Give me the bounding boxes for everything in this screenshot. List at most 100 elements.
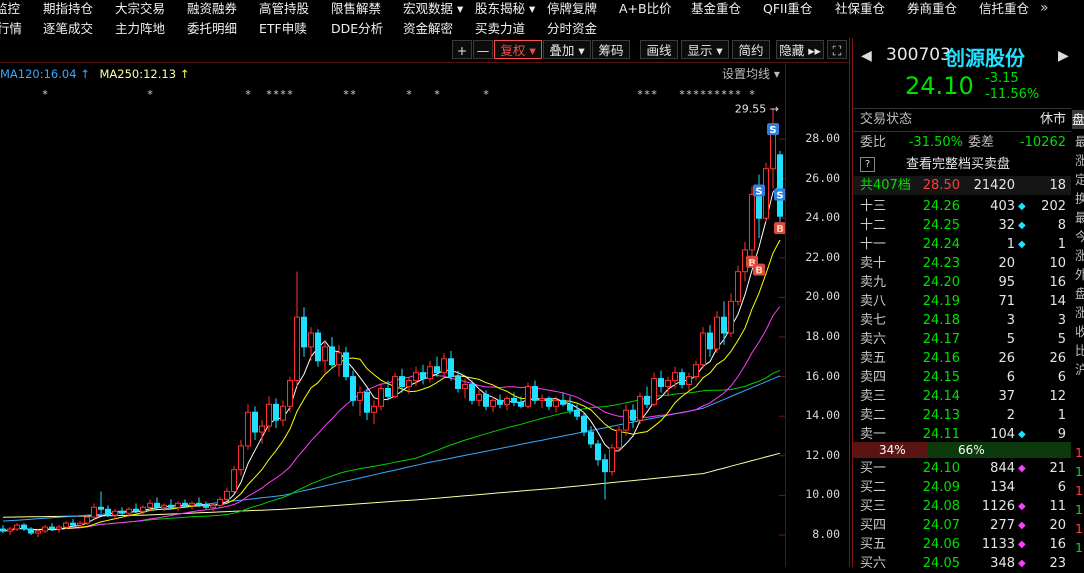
nav-item[interactable]: 融资融券 [187,0,237,18]
nav-tab[interactable]: 买卖力道 [475,20,525,38]
event-marker: * [245,88,252,101]
candle-body [651,378,657,405]
book-level-label: 十二 [860,218,887,233]
book-price: 24.06 [922,537,960,552]
nav-tab[interactable]: DDE分析 [331,20,383,38]
book-level-label: 买四 [860,518,887,533]
nav-item[interactable]: A+B比价 [619,0,672,18]
book-price: 24.26 [922,199,960,214]
event-marker: * [679,88,686,101]
bid-row: 买六 24.05 348 ◆ 23 [853,554,1071,573]
book-price: 24.07 [922,518,960,533]
nav-item[interactable]: 券商重仓 [907,0,957,18]
nav-row-primary: 监控 期指持仓 大宗交易 融资融券 高管持股 限售解禁 宏观数据 ▾ 股东揭秘 ▾ 停牌复牌 A+… [0,0,1084,20]
book-level-label: 卖七 [860,313,887,328]
candle-body [196,502,202,506]
nav-item[interactable]: 停牌复牌 [547,0,597,18]
display-dropdown[interactable]: 显示 ▾ [681,40,729,59]
price-tick-label: 24.00 [805,210,840,225]
zoom-in-button[interactable]: + [452,40,472,59]
nav-item[interactable]: 高管持股 [259,0,309,18]
nav-item[interactable]: 期指持仓 [43,0,93,18]
nav-item[interactable]: 社保重仓 [835,0,885,18]
weibi-label: 委比 [860,135,887,150]
event-marker: * [700,88,707,101]
nav-item[interactable]: 股东揭秘 ▾ [475,0,535,18]
kline-chart[interactable]: * * * * * * * * * * * * * * * * * * * * * * * * *29.55 →SS SBBB [0,62,785,567]
candle-body [476,393,482,401]
book-volume: 95 [998,275,1015,290]
nav-item[interactable]: 限售解禁 [331,0,381,18]
buy-ratio: 34% [879,443,906,457]
chip-distribution-button[interactable]: 筹码 [592,40,630,59]
fuquan-dropdown[interactable]: 复权 ▾ [494,40,542,59]
nav-tab[interactable]: 主力阵地 [115,20,165,38]
candle-body [637,395,643,421]
book-volume: 5 [1006,332,1015,347]
candle-body [70,522,76,526]
hide-panel-button[interactable]: 隐藏 ▸▸ [776,40,824,59]
zoom-out-button[interactable]: — [473,40,493,59]
candle-body [14,524,20,530]
candle-body [0,528,6,532]
bid-row: 买二 24.09 134 6 [853,478,1071,497]
candle-body [161,504,167,508]
book-volume: 71 [998,294,1015,309]
overlay-dropdown[interactable]: 叠加 ▾ [543,40,591,59]
event-marker: * [637,88,644,101]
book-price: 24.09 [922,480,960,495]
candle-body [350,376,356,401]
nav-tab[interactable]: 分时资金 [547,20,597,38]
nav-tab[interactable]: 委托明细 [187,20,237,38]
signal-label: B [776,224,784,235]
ask-row: 卖二 24.13 2 1 [853,406,1071,425]
nav-item[interactable]: 监控 [0,0,20,18]
book-price: 24.18 [922,313,960,328]
simple-mode-button[interactable]: 简约 [732,40,770,59]
nav-item[interactable]: QFII重仓 [763,0,812,18]
book-order-count: 202 [1041,199,1066,214]
book-volume: 2 [1006,408,1015,423]
book-level-label: 买一 [860,461,887,476]
nav-item[interactable]: 信托重仓 [979,0,1029,18]
nav-tab[interactable]: 资金解密 [403,20,453,38]
stock-name: 创源股份 [945,46,1025,70]
nav-tab[interactable]: 逐笔成交 [43,20,93,38]
help-icon[interactable]: ? [860,157,875,172]
nav-tab[interactable]: 行情 [0,20,22,38]
nav-item[interactable]: 宏观数据 ▾ [403,0,463,18]
book-level-label: 买二 [860,480,887,495]
side-strip-label: 最 [1075,210,1084,225]
book-order-count: 11 [1049,499,1066,514]
trade-status-row: 交易状态 休市 [853,110,1071,129]
ask-row: 卖四 24.15 6 6 [853,368,1071,387]
candle-body [658,378,664,387]
nav-item[interactable]: 大宗交易 [115,0,165,18]
prev-stock-icon[interactable]: ◀ [861,48,872,64]
side-tab[interactable]: 盘 [1072,110,1084,129]
book-volume: 37 [998,389,1015,404]
full-book-row[interactable]: ? 查看完整档买卖盘 [853,155,1071,174]
price-tick-label: 20.00 [805,289,840,304]
event-marker: * [721,88,728,101]
candle-body [252,411,258,433]
fullscreen-icon[interactable]: ⛶ [827,40,847,59]
event-marker: * [735,88,742,101]
candle-body [777,154,783,217]
candle-body [175,502,181,508]
price-tick-label: 18.00 [805,329,840,343]
candle-body [420,372,426,380]
candle-body [700,332,706,366]
nav-item[interactable]: 基金重仓 [691,0,741,18]
next-stock-icon[interactable]: ▶ [1058,48,1069,64]
candle-body [280,405,286,421]
book-level-label: 买三 [860,499,887,514]
candle-body [91,506,97,518]
book-level-label: 买六 [860,556,887,571]
book-order-count: 12 [1049,389,1066,404]
side-strip-digit: 1 [1075,521,1083,536]
full-book-link[interactable]: 查看完整档买卖盘 [906,155,1010,174]
draw-line-button[interactable]: 画线 [640,40,678,59]
nav-tab[interactable]: ETF申赎 [259,20,307,38]
nav-more-icon[interactable]: » [1040,0,1049,16]
